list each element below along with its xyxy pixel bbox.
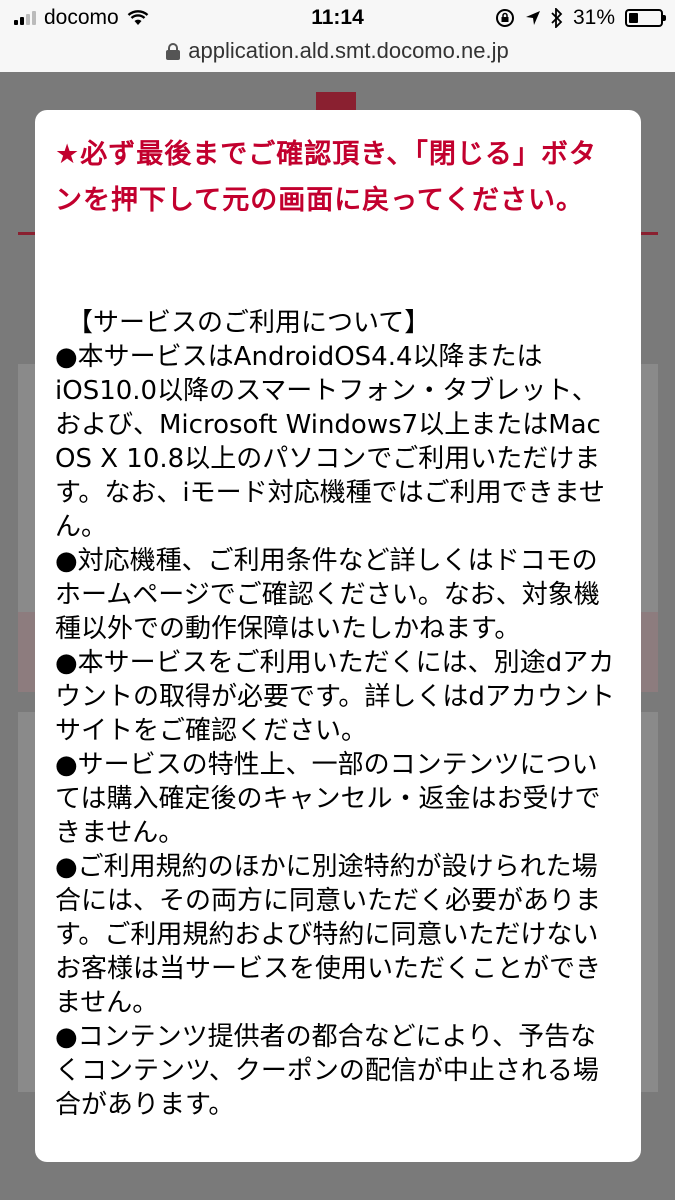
terms-item: ●サービスの特性上、一部のコンテンツについては購入確定後のキャンセル・返金はお受…	[55, 750, 601, 848]
terms-item: ●コンテンツ提供者の都合などにより、予告なくコンテンツ、クーポンの配信が中止され…	[55, 1022, 599, 1120]
battery-fill	[629, 13, 639, 23]
modal-warning: ★必ず最後までご確認頂き、「閉じる」ボタンを押下して元の画面に戻ってください。	[55, 139, 597, 216]
location-icon	[525, 11, 540, 25]
terms-modal: ★必ず最後までご確認頂き、「閉じる」ボタンを押下して元の画面に戻ってください。 …	[35, 110, 641, 1162]
terms-item: ●ご利用規約のほかに別途特約が設けられた場合には、その両方に同意いただく必要があ…	[55, 852, 602, 1018]
battery-icon	[625, 9, 666, 27]
battery-percent: 31%	[572, 6, 615, 29]
rotation-lock-icon	[495, 9, 514, 27]
terms-item: ●本サービスをご利用いただくには、別途dアカウントの取得が必要です。詳しくはdア…	[55, 648, 615, 746]
terms-item: ●本サービスはAndroidOS4.4以降またはiOS10.0以降のスマートフォ…	[55, 342, 605, 542]
bluetooth-icon	[551, 8, 563, 28]
status-bar: docomo 11:14 31%	[0, 0, 675, 36]
status-right: 31%	[495, 6, 666, 30]
modal-heading: 【サービスのご利用について】	[67, 308, 431, 338]
terms-item: ●対応機種、ご利用条件など詳しくはドコモのホームページでご確認ください。なお、対…	[55, 546, 600, 644]
url-bar[interactable]: application.ald.smt.docomo.ne.jp	[0, 36, 675, 72]
lock-icon	[166, 43, 181, 60]
url-display[interactable]: application.ald.smt.docomo.ne.jp	[166, 38, 509, 64]
url-text: application.ald.smt.docomo.ne.jp	[188, 38, 509, 63]
